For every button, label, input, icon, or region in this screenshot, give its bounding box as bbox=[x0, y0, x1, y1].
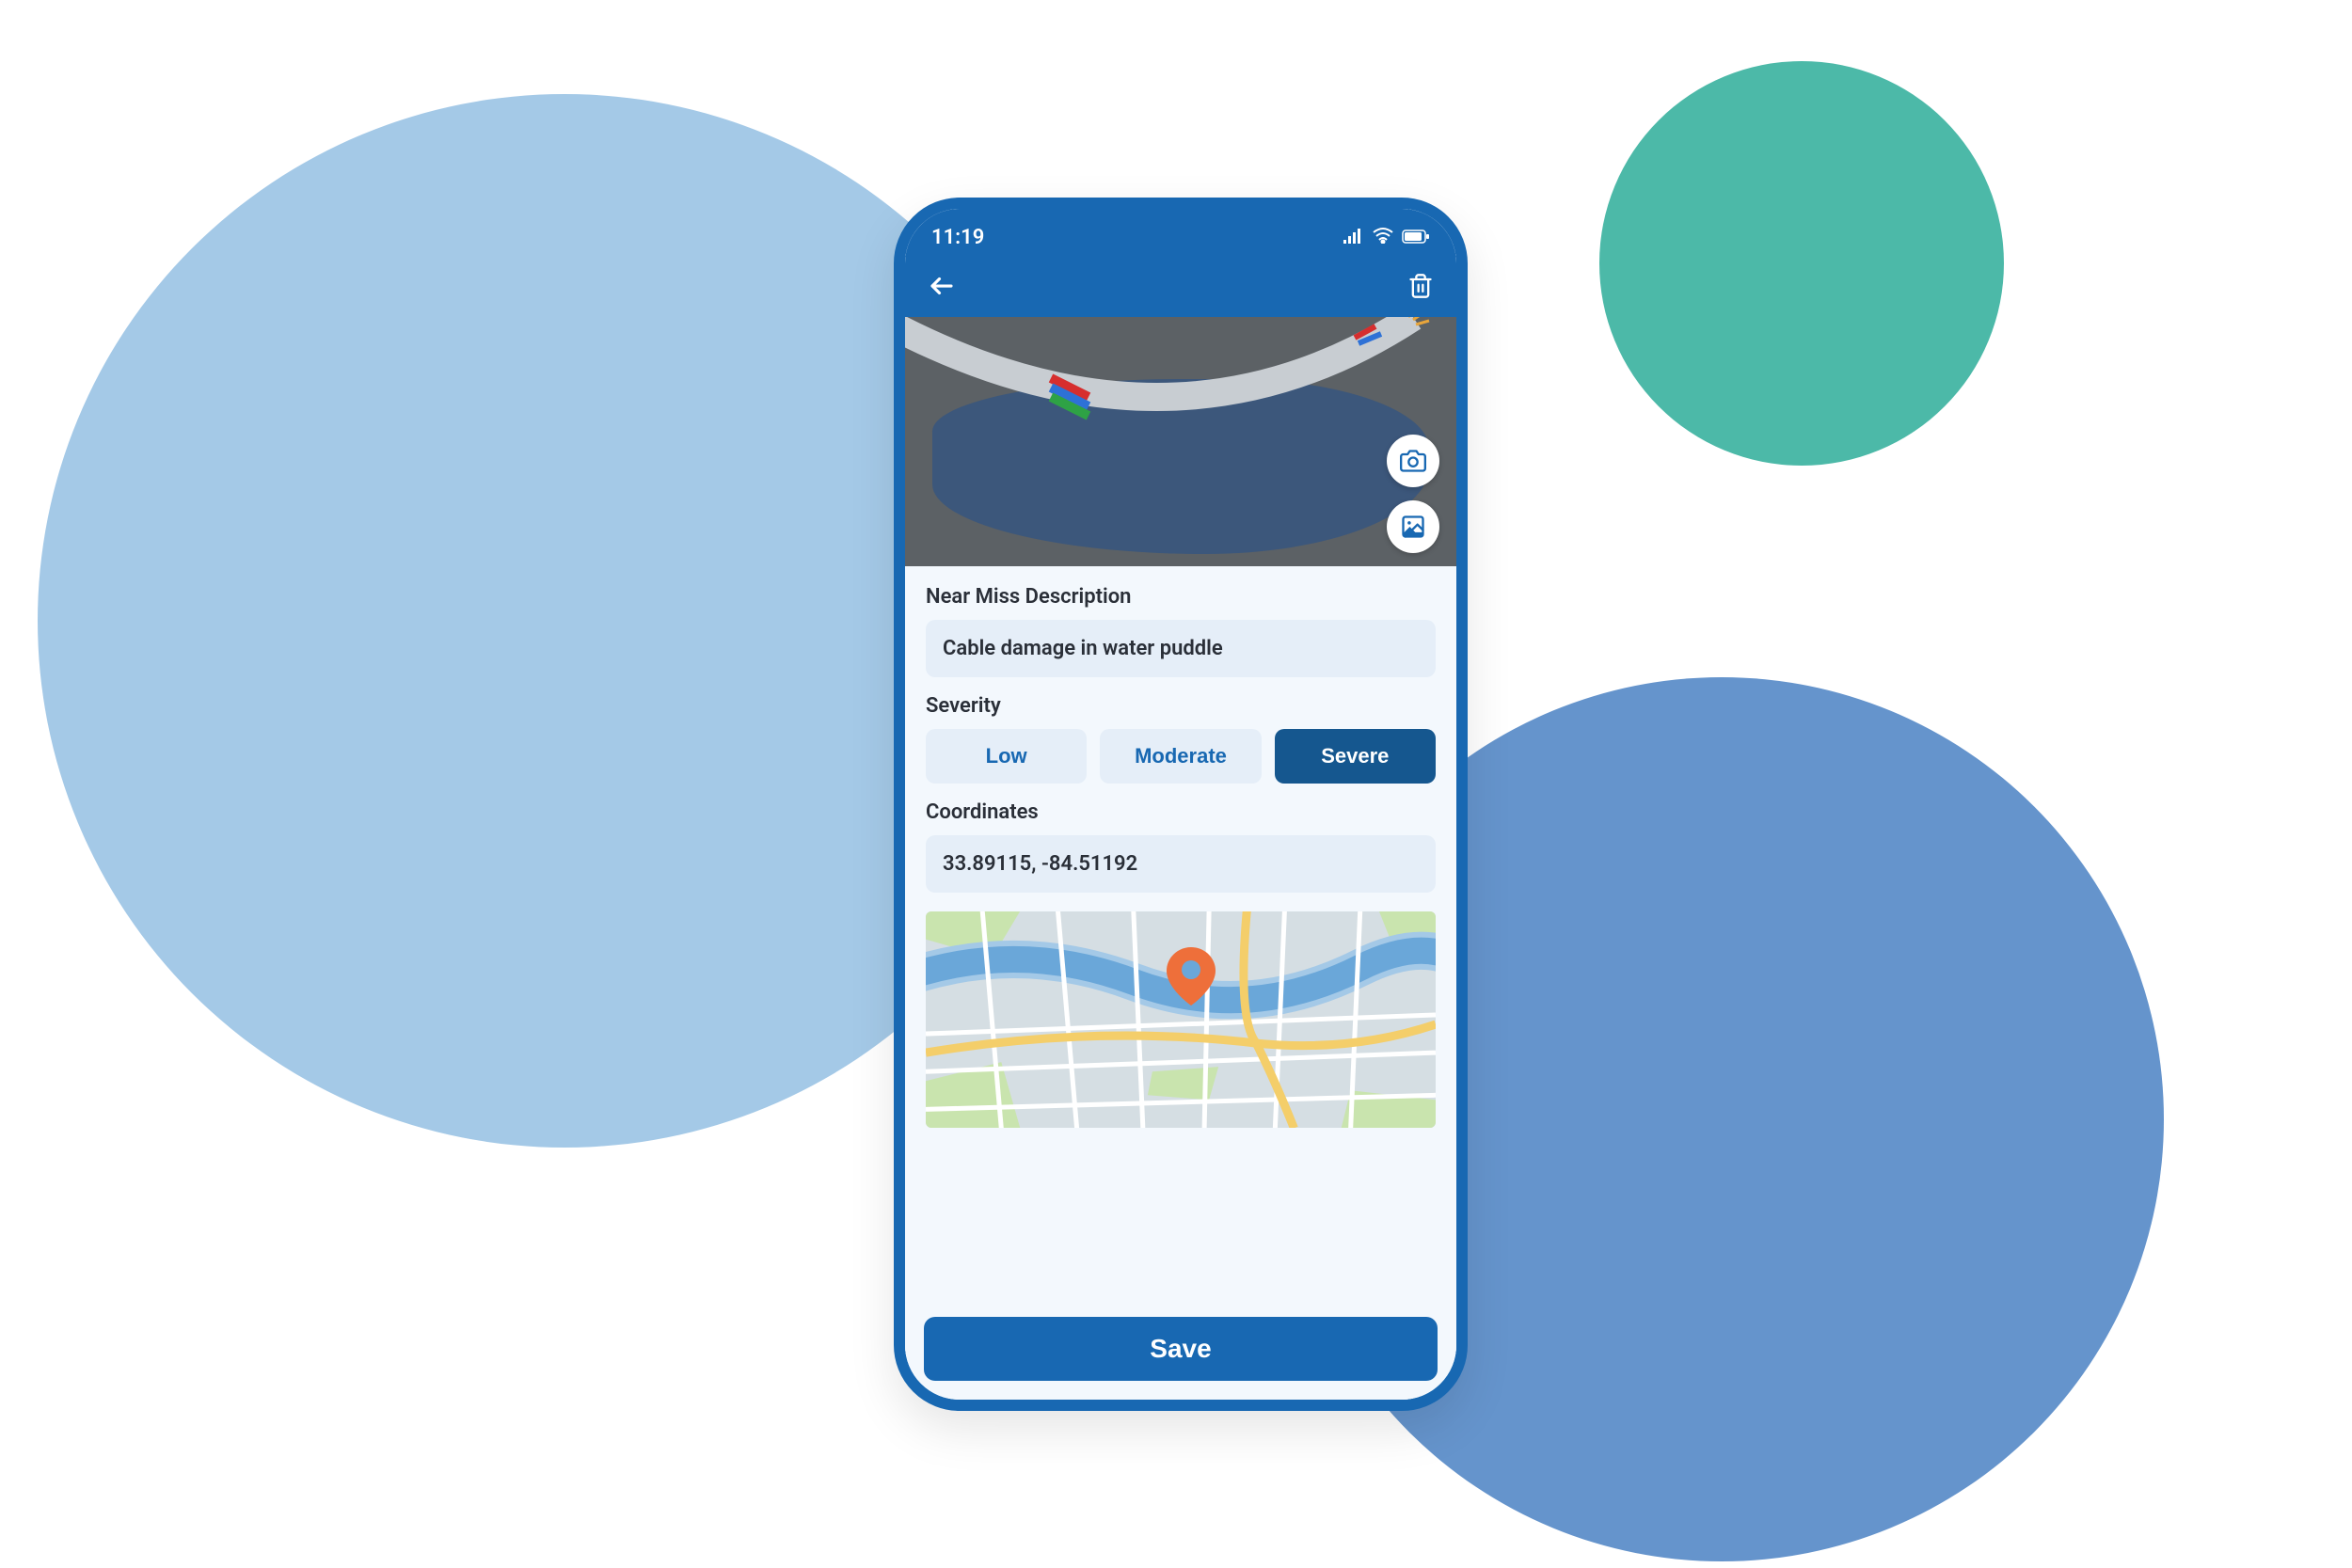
status-time: 11:19 bbox=[931, 226, 984, 249]
wifi-icon bbox=[1372, 226, 1394, 249]
severity-option-moderate[interactable]: Moderate bbox=[1100, 729, 1261, 784]
coordinates-label: Coordinates bbox=[926, 800, 1436, 824]
severity-option-low[interactable]: Low bbox=[926, 729, 1087, 784]
save-bar: Save bbox=[905, 1298, 1456, 1400]
phone-side-button bbox=[1456, 499, 1462, 574]
phone-mockup: 11:19 bbox=[894, 198, 1468, 1411]
battery-icon bbox=[1402, 226, 1430, 249]
description-label: Near Miss Description bbox=[926, 585, 1436, 609]
status-bar: 11:19 bbox=[905, 209, 1456, 259]
nav-bar bbox=[905, 259, 1456, 317]
map-pin-icon bbox=[1167, 947, 1216, 1009]
cable-illustration bbox=[905, 317, 1456, 477]
severity-option-severe[interactable]: Severe bbox=[1275, 729, 1436, 784]
severity-label: Severity bbox=[926, 694, 1436, 718]
description-input[interactable]: Cable damage in water puddle bbox=[926, 620, 1436, 677]
map-preview[interactable] bbox=[926, 911, 1436, 1128]
decorative-circle-teal bbox=[1599, 61, 2004, 466]
choose-image-button[interactable] bbox=[1387, 500, 1439, 553]
coordinates-input[interactable]: 33.89115, -84.51192 bbox=[926, 835, 1436, 893]
phone-side-button bbox=[1456, 602, 1462, 734]
save-button[interactable]: Save bbox=[924, 1317, 1438, 1381]
severity-group: Low Moderate Severe bbox=[926, 729, 1436, 784]
signal-icon bbox=[1343, 226, 1364, 249]
form-content: Near Miss Description Cable damage in wa… bbox=[905, 566, 1456, 1298]
delete-button[interactable] bbox=[1407, 273, 1434, 303]
back-button[interactable] bbox=[928, 272, 956, 304]
take-photo-button[interactable] bbox=[1387, 435, 1439, 487]
incident-photo bbox=[905, 317, 1456, 566]
